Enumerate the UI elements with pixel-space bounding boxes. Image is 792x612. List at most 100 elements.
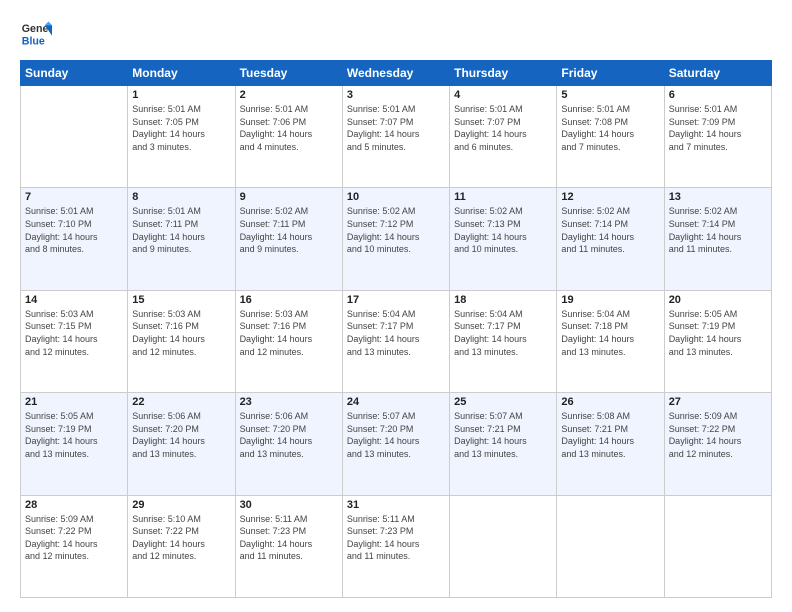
calendar-cell: 22 Sunrise: 5:06 AM Sunset: 7:20 PM Dayli… bbox=[128, 393, 235, 495]
day-number: 18 bbox=[454, 294, 552, 306]
day-number: 22 bbox=[132, 396, 230, 408]
calendar-cell bbox=[450, 495, 557, 597]
week-row-2: 7Sunrise: 5:01 AM Sunset: 7:10 PM Daylig… bbox=[21, 188, 772, 290]
logo: General Blue bbox=[20, 18, 52, 50]
cell-content: Sunrise: 5:01 AM Sunset: 7:08 PM Dayligh… bbox=[561, 103, 659, 153]
calendar-cell: 31 Sunrise: 5:11 AM Sunset: 7:23 PM Dayli… bbox=[342, 495, 449, 597]
day-number: 1 bbox=[132, 89, 230, 101]
cell-content: Sunrise: 5:01 AM Sunset: 7:07 PM Dayligh… bbox=[454, 103, 552, 153]
cell-content: Sunrise: 5:06 AM Sunset: 7:20 PM Dayligh… bbox=[132, 410, 230, 460]
cell-content: Sunrise: 5:08 AM Sunset: 7:21 PM Dayligh… bbox=[561, 410, 659, 460]
calendar-cell: 28 Sunrise: 5:09 AM Sunset: 7:22 PM Dayli… bbox=[21, 495, 128, 597]
logo-icon: General Blue bbox=[20, 18, 52, 50]
day-number: 5 bbox=[561, 89, 659, 101]
cell-content: Sunrise: 5:06 AM Sunset: 7:20 PM Dayligh… bbox=[240, 410, 338, 460]
day-number: 31 bbox=[347, 499, 445, 511]
calendar-table: SundayMondayTuesdayWednesdayThursdayFrid… bbox=[20, 60, 772, 598]
day-number: 14 bbox=[25, 294, 123, 306]
cell-content: Sunrise: 5:02 AM Sunset: 7:14 PM Dayligh… bbox=[561, 205, 659, 255]
col-header-sunday: Sunday bbox=[21, 61, 128, 86]
day-number: 15 bbox=[132, 294, 230, 306]
day-number: 26 bbox=[561, 396, 659, 408]
calendar-cell: 6 Sunrise: 5:01 AM Sunset: 7:09 PM Daylig… bbox=[664, 86, 771, 188]
col-header-monday: Monday bbox=[128, 61, 235, 86]
cell-content: Sunrise: 5:01 AM Sunset: 7:11 PM Dayligh… bbox=[132, 205, 230, 255]
cell-content: Sunrise: 5:03 AM Sunset: 7:16 PM Dayligh… bbox=[240, 308, 338, 358]
day-number: 21 bbox=[25, 396, 123, 408]
calendar-cell: 16 Sunrise: 5:03 AM Sunset: 7:16 PM Dayli… bbox=[235, 290, 342, 392]
header: General Blue bbox=[20, 18, 772, 50]
day-number: 27 bbox=[669, 396, 767, 408]
calendar-cell: 23Sunrise: 5:06 AM Sunset: 7:20 PM Dayli… bbox=[235, 393, 342, 495]
calendar-cell: 29Sunrise: 5:10 AM Sunset: 7:22 PM Dayli… bbox=[128, 495, 235, 597]
cell-content: Sunrise: 5:11 AM Sunset: 7:23 PM Dayligh… bbox=[347, 513, 445, 563]
cell-content: Sunrise: 5:04 AM Sunset: 7:18 PM Dayligh… bbox=[561, 308, 659, 358]
calendar-cell: 17 Sunrise: 5:04 AM Sunset: 7:17 PM Dayli… bbox=[342, 290, 449, 392]
calendar-cell: 26 Sunrise: 5:08 AM Sunset: 7:21 PM Dayli… bbox=[557, 393, 664, 495]
cell-content: Sunrise: 5:09 AM Sunset: 7:22 PM Dayligh… bbox=[669, 410, 767, 460]
calendar-cell: 8 Sunrise: 5:01 AM Sunset: 7:11 PM Daylig… bbox=[128, 188, 235, 290]
week-row-4: 21 Sunrise: 5:05 AM Sunset: 7:19 PM Dayli… bbox=[21, 393, 772, 495]
week-row-5: 28 Sunrise: 5:09 AM Sunset: 7:22 PM Dayli… bbox=[21, 495, 772, 597]
cell-content: Sunrise: 5:07 AM Sunset: 7:20 PM Dayligh… bbox=[347, 410, 445, 460]
calendar-cell: 4 Sunrise: 5:01 AM Sunset: 7:07 PM Daylig… bbox=[450, 86, 557, 188]
day-number: 11 bbox=[454, 191, 552, 203]
calendar-cell: 19 Sunrise: 5:04 AM Sunset: 7:18 PM Dayli… bbox=[557, 290, 664, 392]
col-header-saturday: Saturday bbox=[664, 61, 771, 86]
cell-content: Sunrise: 5:02 AM Sunset: 7:11 PM Dayligh… bbox=[240, 205, 338, 255]
week-row-3: 14 Sunrise: 5:03 AM Sunset: 7:15 PM Dayli… bbox=[21, 290, 772, 392]
day-number: 20 bbox=[669, 294, 767, 306]
cell-content: Sunrise: 5:09 AM Sunset: 7:22 PM Dayligh… bbox=[25, 513, 123, 563]
day-number: 16 bbox=[240, 294, 338, 306]
calendar-cell: 3Sunrise: 5:01 AM Sunset: 7:07 PM Daylig… bbox=[342, 86, 449, 188]
calendar-cell: 24Sunrise: 5:07 AM Sunset: 7:20 PM Dayli… bbox=[342, 393, 449, 495]
day-number: 8 bbox=[132, 191, 230, 203]
calendar-cell: 21 Sunrise: 5:05 AM Sunset: 7:19 PM Dayli… bbox=[21, 393, 128, 495]
calendar-cell bbox=[557, 495, 664, 597]
calendar-cell: 1 Sunrise: 5:01 AM Sunset: 7:05 PM Daylig… bbox=[128, 86, 235, 188]
cell-content: Sunrise: 5:01 AM Sunset: 7:05 PM Dayligh… bbox=[132, 103, 230, 153]
day-number: 2 bbox=[240, 89, 338, 101]
day-number: 12 bbox=[561, 191, 659, 203]
cell-content: Sunrise: 5:05 AM Sunset: 7:19 PM Dayligh… bbox=[25, 410, 123, 460]
cell-content: Sunrise: 5:03 AM Sunset: 7:15 PM Dayligh… bbox=[25, 308, 123, 358]
calendar-cell: 27 Sunrise: 5:09 AM Sunset: 7:22 PM Dayli… bbox=[664, 393, 771, 495]
cell-content: Sunrise: 5:11 AM Sunset: 7:23 PM Dayligh… bbox=[240, 513, 338, 563]
calendar-cell: 7Sunrise: 5:01 AM Sunset: 7:10 PM Daylig… bbox=[21, 188, 128, 290]
day-number: 10 bbox=[347, 191, 445, 203]
cell-content: Sunrise: 5:04 AM Sunset: 7:17 PM Dayligh… bbox=[347, 308, 445, 358]
day-number: 19 bbox=[561, 294, 659, 306]
day-number: 29 bbox=[132, 499, 230, 511]
calendar-cell bbox=[664, 495, 771, 597]
day-number: 6 bbox=[669, 89, 767, 101]
calendar-cell: 13Sunrise: 5:02 AM Sunset: 7:14 PM Dayli… bbox=[664, 188, 771, 290]
cell-content: Sunrise: 5:07 AM Sunset: 7:21 PM Dayligh… bbox=[454, 410, 552, 460]
calendar-cell: 2 Sunrise: 5:01 AM Sunset: 7:06 PM Daylig… bbox=[235, 86, 342, 188]
cell-content: Sunrise: 5:04 AM Sunset: 7:17 PM Dayligh… bbox=[454, 308, 552, 358]
calendar-cell bbox=[21, 86, 128, 188]
day-number: 17 bbox=[347, 294, 445, 306]
cell-content: Sunrise: 5:01 AM Sunset: 7:10 PM Dayligh… bbox=[25, 205, 123, 255]
calendar-cell: 14 Sunrise: 5:03 AM Sunset: 7:15 PM Dayli… bbox=[21, 290, 128, 392]
col-header-wednesday: Wednesday bbox=[342, 61, 449, 86]
col-header-tuesday: Tuesday bbox=[235, 61, 342, 86]
calendar-cell: 10Sunrise: 5:02 AM Sunset: 7:12 PM Dayli… bbox=[342, 188, 449, 290]
calendar-cell: 12 Sunrise: 5:02 AM Sunset: 7:14 PM Dayli… bbox=[557, 188, 664, 290]
col-header-friday: Friday bbox=[557, 61, 664, 86]
svg-text:Blue: Blue bbox=[22, 36, 45, 48]
cell-content: Sunrise: 5:01 AM Sunset: 7:09 PM Dayligh… bbox=[669, 103, 767, 153]
cell-content: Sunrise: 5:02 AM Sunset: 7:13 PM Dayligh… bbox=[454, 205, 552, 255]
calendar-cell: 11 Sunrise: 5:02 AM Sunset: 7:13 PM Dayli… bbox=[450, 188, 557, 290]
cell-content: Sunrise: 5:01 AM Sunset: 7:06 PM Dayligh… bbox=[240, 103, 338, 153]
day-number: 4 bbox=[454, 89, 552, 101]
day-number: 13 bbox=[669, 191, 767, 203]
cell-content: Sunrise: 5:05 AM Sunset: 7:19 PM Dayligh… bbox=[669, 308, 767, 358]
calendar-cell: 25Sunrise: 5:07 AM Sunset: 7:21 PM Dayli… bbox=[450, 393, 557, 495]
calendar-cell: 18 Sunrise: 5:04 AM Sunset: 7:17 PM Dayli… bbox=[450, 290, 557, 392]
header-row: SundayMondayTuesdayWednesdayThursdayFrid… bbox=[21, 61, 772, 86]
day-number: 3 bbox=[347, 89, 445, 101]
page: General Blue SundayMondayTuesdayWednesda… bbox=[0, 0, 792, 612]
day-number: 28 bbox=[25, 499, 123, 511]
calendar-cell: 30Sunrise: 5:11 AM Sunset: 7:23 PM Dayli… bbox=[235, 495, 342, 597]
cell-content: Sunrise: 5:03 AM Sunset: 7:16 PM Dayligh… bbox=[132, 308, 230, 358]
